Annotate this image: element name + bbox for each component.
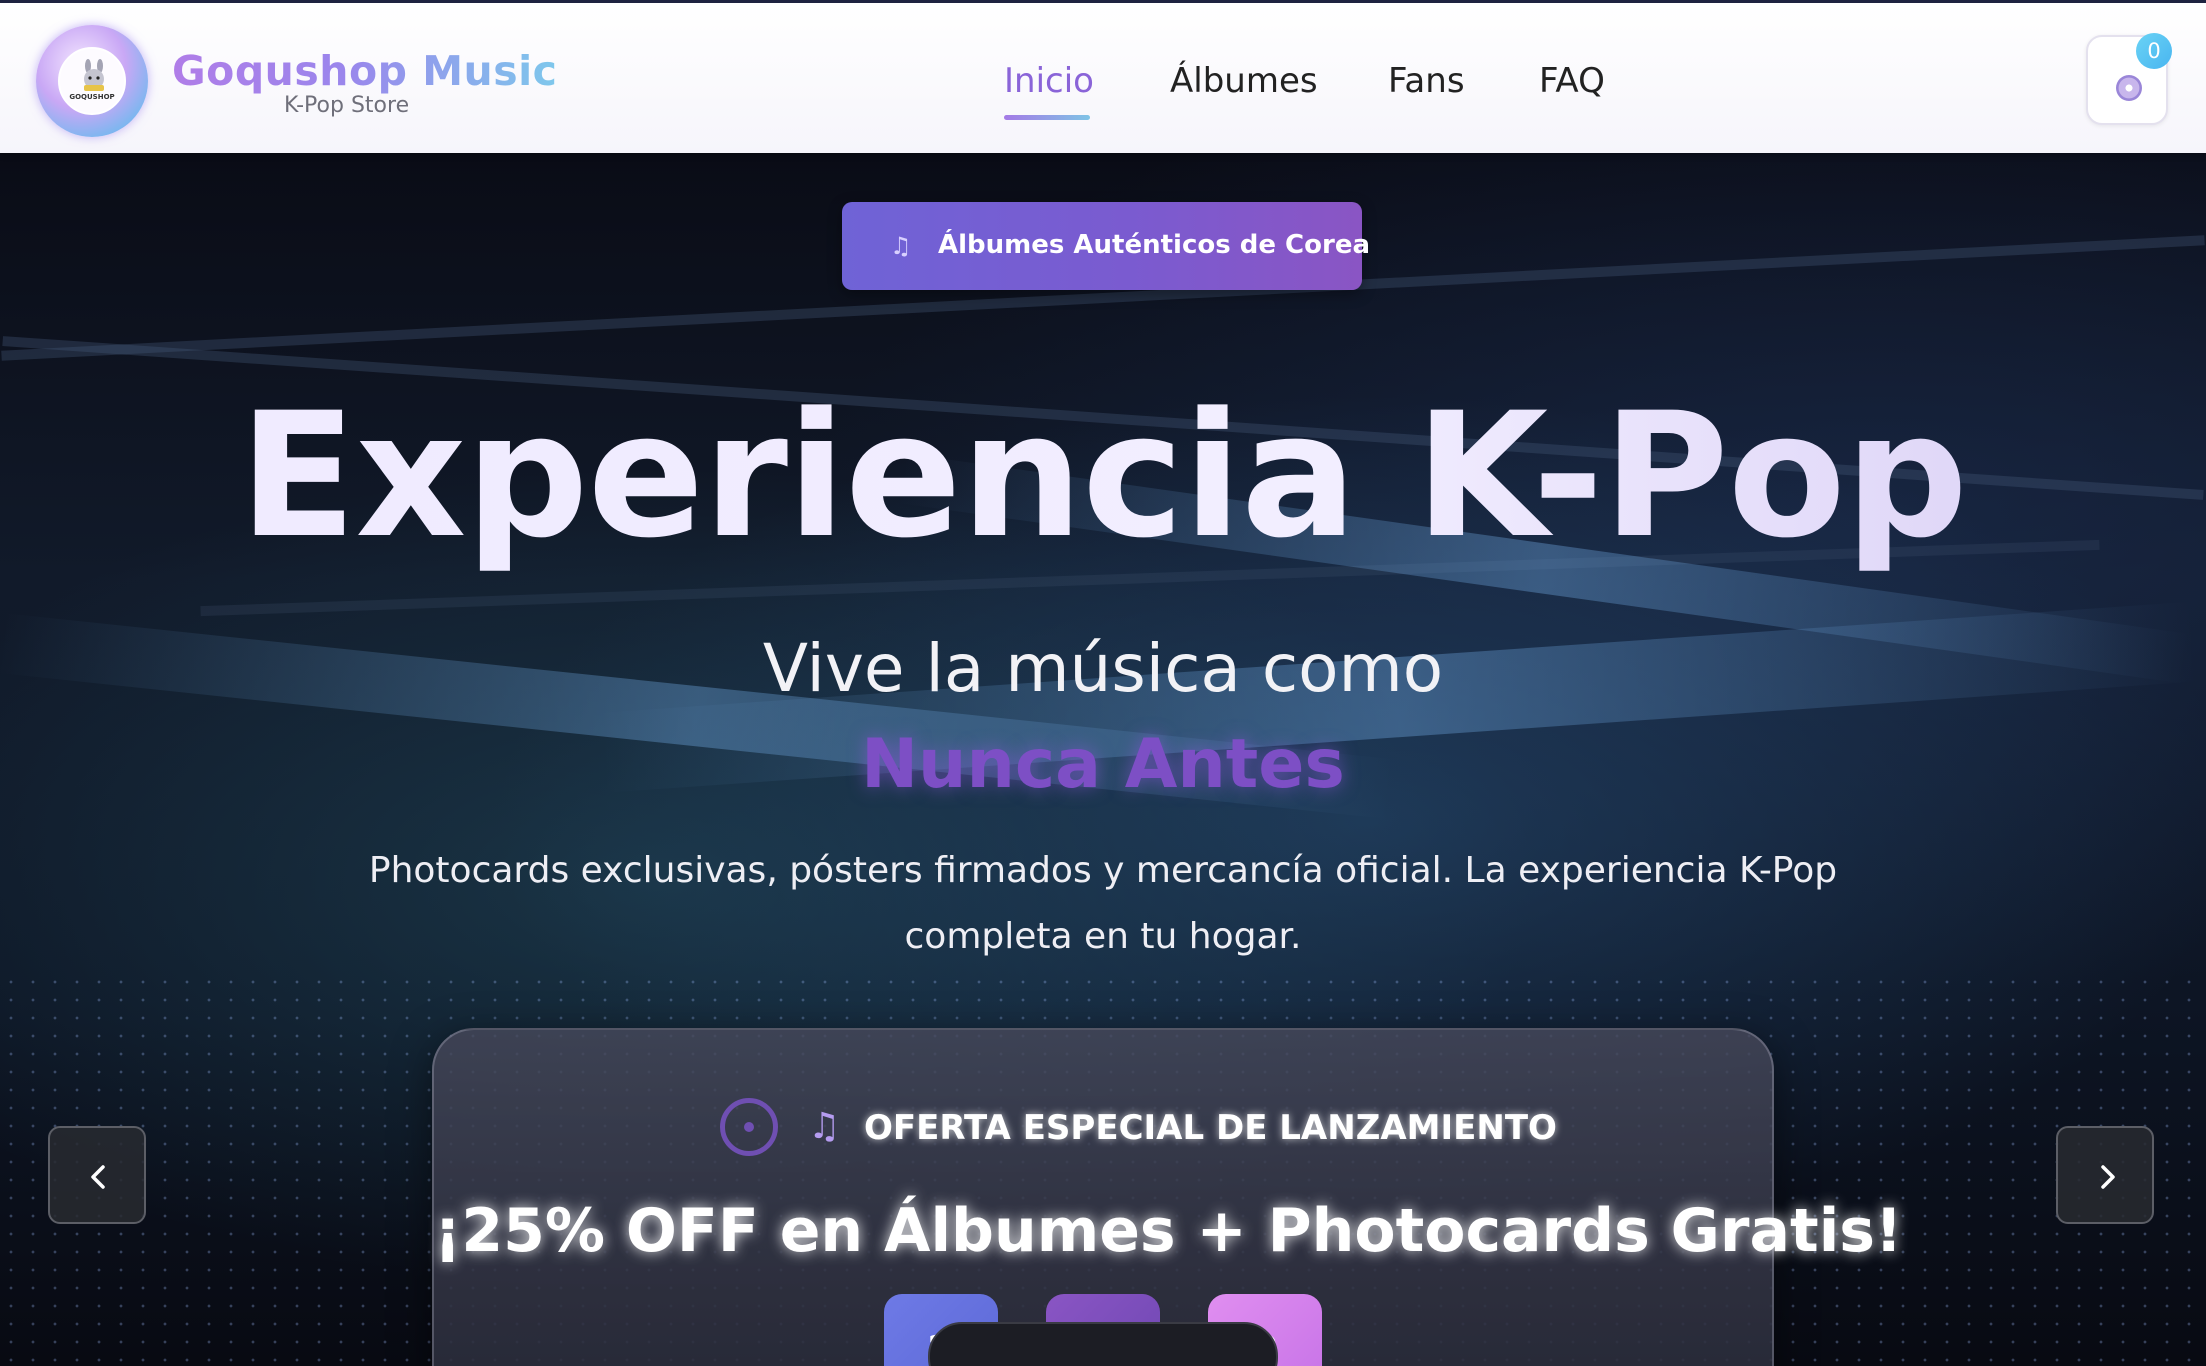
brand-title[interactable]: Goqushop Music xyxy=(172,47,558,95)
brand-subtitle: K-Pop Store xyxy=(284,93,410,118)
hero-subtitle-highlight: Nunca Antes xyxy=(861,725,1345,804)
nav-faq[interactable]: FAQ xyxy=(1539,61,1605,101)
logo-text: GOQUSHOP xyxy=(69,93,115,101)
nav-albumes[interactable]: Álbumes xyxy=(1170,61,1318,101)
offer-label: OFERTA ESPECIAL DE LANZAMIENTO xyxy=(864,1108,1557,1148)
chevron-left-icon xyxy=(91,1165,105,1189)
site-header: GOQUSHOP Goqushop Music K-Pop Store Inic… xyxy=(0,0,2206,153)
badge-label: Álbumes Auténticos de Corea xyxy=(938,230,1370,260)
hero-subtitle: Vive la música como xyxy=(762,630,1444,707)
hero-description: Photocards exclusivas, pósters firmados … xyxy=(368,850,1838,957)
carousel-prev-button[interactable] xyxy=(48,1126,146,1224)
nav-fans[interactable]: Fans xyxy=(1388,61,1465,101)
logo[interactable]: GOQUSHOP xyxy=(36,25,148,137)
active-nav-indicator xyxy=(1004,115,1090,120)
offer-headline: ¡25% OFF en Álbumes + Photocards Gratis! xyxy=(434,1196,1903,1266)
vinyl-disc-icon xyxy=(720,1098,778,1156)
disc-cart-icon xyxy=(2116,75,2142,101)
logo-badge: GOQUSHOP xyxy=(58,47,126,115)
floating-toolbar[interactable] xyxy=(928,1322,1278,1366)
rabbit-logo-icon xyxy=(84,59,104,91)
chevron-right-icon xyxy=(2101,1165,2115,1189)
hero-title: Experiencia K-Pop xyxy=(0,375,2206,576)
special-offer-card: ♫ OFERTA ESPECIAL DE LANZAMIENTO ¡25% OF… xyxy=(432,1028,1903,1366)
authentic-albums-badge[interactable]: ♫ Álbumes Auténticos de Corea xyxy=(842,202,1370,290)
cart-count-badge: 0 xyxy=(2136,33,2172,69)
music-note-icon: ♫ xyxy=(890,232,912,260)
nav-inicio[interactable]: Inicio xyxy=(1004,61,1094,101)
music-note-icon: ♫ xyxy=(808,1106,841,1147)
carousel-next-button[interactable] xyxy=(2056,1126,2154,1224)
